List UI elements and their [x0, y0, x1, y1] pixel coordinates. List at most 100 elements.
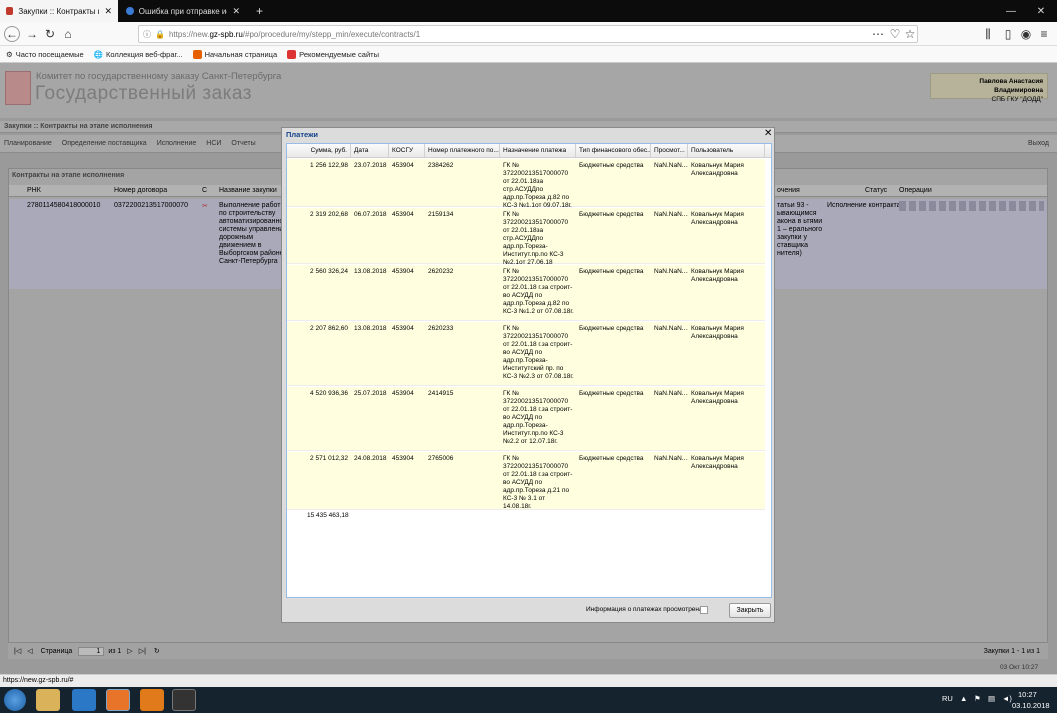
- firefox-icon: [192, 49, 202, 59]
- tab-zakupki[interactable]: Закупки :: Контракты на этапе ✕: [0, 0, 118, 22]
- app-icon[interactable]: [172, 689, 196, 711]
- next-page-icon[interactable]: ▷: [127, 647, 132, 655]
- site-title: Государственный заказ: [35, 83, 252, 104]
- back-icon[interactable]: ←: [4, 26, 20, 42]
- info-icon[interactable]: ⓘ: [143, 29, 151, 40]
- first-page-icon[interactable]: |◁: [14, 647, 21, 655]
- minimize-icon[interactable]: —: [996, 0, 1026, 22]
- lock-icon: 🔒: [155, 29, 165, 39]
- menu-icon[interactable]: ≡: [1036, 26, 1052, 42]
- tools-icon[interactable]: ✂: [202, 202, 208, 210]
- bookmark-item[interactable]: 🌐 Коллекция веб-фраг...: [94, 50, 183, 59]
- tray-arrow-icon[interactable]: ▲: [960, 694, 967, 703]
- cell-date: 23.07.2018: [354, 162, 387, 169]
- url-bar[interactable]: ⓘ 🔒 https://new.gz-spb.ru/#po/procedure/…: [138, 25, 918, 43]
- close-tab-icon[interactable]: ✕: [104, 6, 112, 17]
- more-icon[interactable]: ⋯: [870, 26, 886, 42]
- payments-header: Сумма, руб. Дата КОСГУ Номер платежного …: [287, 144, 771, 158]
- tab-error[interactable]: Ошибка при отправке исполн ✕: [120, 0, 246, 22]
- table-row[interactable]: 2 319 202,68 06.07.2018 453904 2159134 Г…: [287, 208, 765, 266]
- exit-link[interactable]: Выход: [1028, 140, 1049, 147]
- flag-icon[interactable]: ⚑: [974, 694, 981, 703]
- menu-supplier[interactable]: Определение поставщика: [62, 140, 147, 147]
- pocket-icon[interactable]: ♡: [887, 26, 903, 42]
- menu-planning[interactable]: Планирование: [4, 140, 52, 147]
- viewed-checkbox[interactable]: [700, 606, 708, 614]
- table-row[interactable]: 4 520 936,36 25.07.2018 453904 2414915 Г…: [287, 387, 765, 451]
- new-tab-button[interactable]: +: [250, 0, 269, 22]
- volume-icon[interactable]: ◄): [1002, 694, 1012, 703]
- clock-time[interactable]: 10:27: [1018, 690, 1037, 699]
- menu-execution[interactable]: Исполнение: [157, 140, 197, 147]
- reload-icon[interactable]: ↻: [42, 26, 58, 42]
- col-status[interactable]: Статус: [865, 187, 887, 194]
- web-slice-icon: [287, 49, 297, 59]
- browser-tab-bar: Закупки :: Контракты на этапе ✕ Ошибка п…: [0, 0, 1057, 22]
- cell-user: Ковальнук Мария Александровна: [691, 455, 744, 470]
- ie-icon[interactable]: [72, 689, 96, 711]
- outlook-icon[interactable]: [140, 689, 164, 711]
- col-rnk[interactable]: РНК: [27, 187, 41, 194]
- col-sum[interactable]: Сумма, руб.: [287, 144, 351, 158]
- col-date[interactable]: Дата: [351, 144, 389, 158]
- refresh-icon[interactable]: ↻: [154, 647, 160, 655]
- globe-icon: [126, 7, 134, 15]
- cell-num: 2620232: [428, 268, 454, 275]
- browser-nav-bar: ← → ↻ ⌂ ⓘ 🔒 https://new.gz-spb.ru/#po/pr…: [0, 22, 1057, 46]
- cell-user: Ковальнук Мария Александровна: [691, 390, 744, 405]
- col-purpose[interactable]: Назначение платежа: [500, 144, 576, 158]
- status-bar: https://new.gz-spb.ru/#: [0, 674, 1057, 687]
- cell-kosgu: 453904: [392, 211, 414, 218]
- col-user[interactable]: Пользователь: [688, 144, 765, 158]
- close-tab-icon[interactable]: ✕: [232, 6, 240, 17]
- globe-icon: 🌐: [93, 49, 103, 59]
- clock-date[interactable]: 03.10.2018: [1012, 701, 1050, 710]
- forward-icon[interactable]: →: [24, 26, 40, 42]
- col-contract[interactable]: Номер договора: [114, 187, 167, 194]
- home-icon[interactable]: ⌂: [60, 26, 76, 42]
- col-kosgu[interactable]: КОСГУ: [389, 144, 425, 158]
- cell-fin: Бюджетные средства: [579, 162, 644, 169]
- cell-num: 2159134: [428, 211, 454, 218]
- close-window-icon[interactable]: ✕: [1026, 0, 1056, 22]
- close-icon[interactable]: ✕: [764, 128, 774, 140]
- close-button[interactable]: Закрыть: [729, 603, 771, 618]
- menu-reports[interactable]: Отчеты: [231, 140, 255, 147]
- library-icon[interactable]: ⫼: [980, 26, 996, 42]
- prev-page-icon[interactable]: ◁: [27, 647, 32, 655]
- table-row[interactable]: 2 560 326,24 13.08.2018 453904 2620232 Г…: [287, 265, 765, 321]
- col-operations[interactable]: Операции: [899, 187, 932, 194]
- col-partial[interactable]: очения: [777, 187, 800, 194]
- start-icon[interactable]: [4, 689, 26, 711]
- account-icon[interactable]: ◉: [1018, 26, 1034, 42]
- firefox-icon[interactable]: [106, 689, 130, 711]
- bookmark-item[interactable]: ⚙ Часто посещаемые: [6, 50, 84, 59]
- tab-label: Закупки :: Контракты на этапе: [18, 6, 99, 16]
- viewed-label: Информация о платежах просмотрена: [586, 606, 703, 613]
- last-page-icon[interactable]: ▷|: [139, 647, 146, 655]
- bookmark-star-icon[interactable]: ☆: [902, 26, 918, 42]
- cell-sum: 2 207 862,60: [310, 325, 348, 332]
- bookmark-item[interactable]: Рекомендуемые сайты: [287, 49, 379, 59]
- page-input[interactable]: 1: [78, 646, 105, 656]
- payments-dialog: Платежи ✕ Сумма, руб. Дата КОСГУ Номер п…: [281, 127, 775, 623]
- sidebar-icon[interactable]: ▯: [1000, 26, 1016, 42]
- tab-label: Ошибка при отправке исполн: [138, 6, 228, 16]
- bookmark-item[interactable]: Начальная страница: [192, 49, 277, 59]
- network-icon[interactable]: ▤: [988, 694, 995, 703]
- cell-purpose: ГК № 372200213517000070 от 22.01.18за ст…: [503, 162, 572, 209]
- col-fin-type[interactable]: Тип финансового обес...: [576, 144, 651, 158]
- table-row[interactable]: 2 571 012,32 24.08.2018 453904 2765006 Г…: [287, 452, 765, 510]
- col-c[interactable]: С: [202, 187, 207, 194]
- col-viewed[interactable]: Просмот...: [651, 144, 688, 158]
- table-row[interactable]: 2 207 862,60 13.08.2018 453904 2620233 Г…: [287, 322, 765, 386]
- language-indicator[interactable]: RU: [942, 694, 953, 703]
- operation-icons[interactable]: [899, 201, 1044, 211]
- cell-user: Ковальнук Мария Александровна: [691, 162, 744, 177]
- bookmarks-bar: ⚙ Часто посещаемые 🌐 Коллекция веб-фраг...…: [0, 46, 1057, 63]
- table-row[interactable]: 1 256 122,98 23.07.2018 453904 2384262 Г…: [287, 159, 765, 209]
- explorer-icon[interactable]: [36, 689, 60, 711]
- col-pay-number[interactable]: Номер платежного по...: [425, 144, 500, 158]
- menu-nsi[interactable]: НСИ: [206, 140, 221, 147]
- col-name[interactable]: Название закупки: [219, 187, 277, 194]
